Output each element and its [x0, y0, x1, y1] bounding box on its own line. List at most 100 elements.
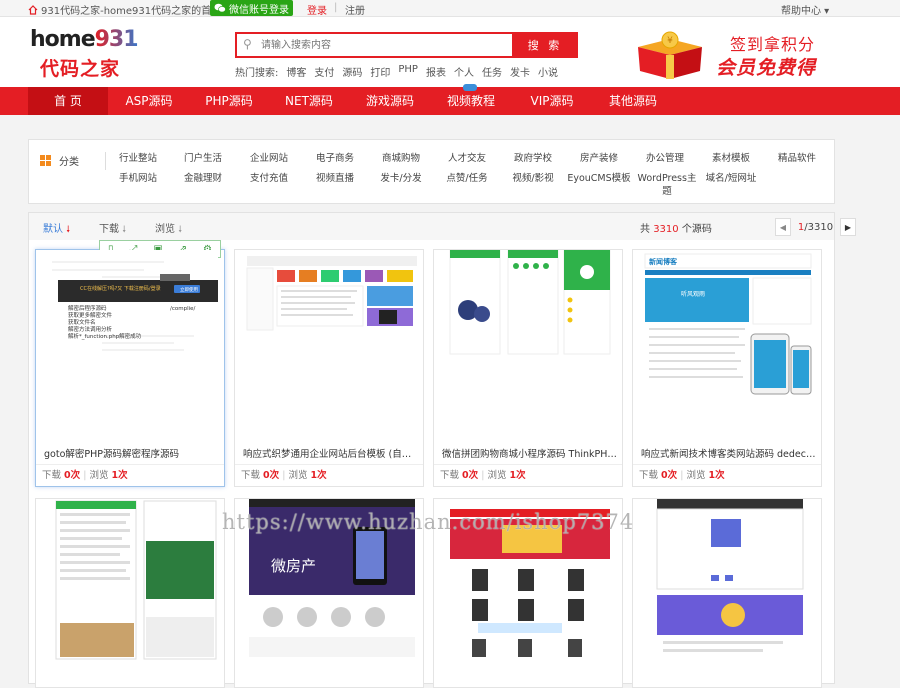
category-item[interactable]: 企业网站: [238, 152, 300, 165]
card-thumbnail[interactable]: [442, 250, 616, 430]
nav-asp[interactable]: ASP源码: [112, 87, 186, 115]
category-item[interactable]: 房产装修: [568, 152, 630, 165]
thumb-line: 解密方法调用分析: [68, 325, 113, 333]
nav-php[interactable]: PHP源码: [192, 87, 266, 115]
nav-vip[interactable]: VIP源码: [516, 87, 588, 115]
prev-page-button[interactable]: ◀: [775, 218, 791, 236]
category-item[interactable]: 办公管理: [634, 152, 696, 165]
hot-keyword[interactable]: 小说: [538, 64, 558, 79]
hot-keyword[interactable]: PHP: [398, 64, 418, 79]
category-item[interactable]: 视频直播: [304, 172, 366, 185]
card-title[interactable]: goto解密PHP源码解密程序源码: [44, 446, 220, 460]
category-item[interactable]: 门户生活: [172, 152, 234, 165]
nav-video[interactable]: 视频教程: [434, 87, 508, 115]
gift-box-icon: ¥: [638, 31, 702, 79]
thumbnail-image-7: [442, 499, 616, 679]
source-card[interactable]: 微房产: [234, 498, 424, 688]
card-stats: 下载 0次 | 浏览 1次: [36, 464, 224, 486]
count-prefix: 共: [640, 224, 654, 235]
hot-keyword[interactable]: 博客: [286, 64, 306, 79]
category-item[interactable]: 发卡/分发: [370, 172, 432, 185]
category-item[interactable]: 支付充值: [238, 172, 300, 185]
source-card[interactable]: 响应式织梦通用企业网站后台模板 (自适应手机端) 下载 0次 | 浏览 1次: [234, 249, 424, 487]
count-value: 3310: [653, 224, 679, 235]
page-total: /3310: [804, 221, 834, 233]
category-item[interactable]: 政府学校: [502, 152, 564, 165]
logo-home: home: [30, 27, 96, 52]
category-item[interactable]: 素材模板: [700, 152, 762, 165]
hot-keyword[interactable]: 打印: [370, 64, 390, 79]
signin-promo-banner[interactable]: ¥ 签到拿积分 会员免费得: [630, 23, 830, 83]
result-count: 共 3310 个源码: [640, 220, 712, 235]
category-item[interactable]: 金融理财: [172, 172, 234, 185]
category-item[interactable]: 点赞/任务: [436, 172, 498, 185]
nav-net[interactable]: NET源码: [274, 87, 344, 115]
search-input[interactable]: [261, 37, 501, 53]
views-label: 浏览: [487, 470, 507, 481]
category-item[interactable]: 精品软件: [766, 152, 828, 165]
card-thumbnail[interactable]: [442, 499, 616, 679]
hot-keyword[interactable]: 任务: [482, 64, 502, 79]
thumb-line: 获取文件名: [68, 318, 96, 326]
nav-other[interactable]: 其他源码: [596, 87, 670, 115]
card-thumbnail[interactable]: [641, 499, 815, 679]
category-label-text: 分类: [59, 157, 79, 168]
card-title[interactable]: 响应式新闻技术博客类网站源码 dedecms内核: [641, 446, 817, 460]
source-card[interactable]: ▯ ⤢ ▣ ⇗ ⚙ CC在线解压?吗?又 下载注册码/登录 立即使用 解密后程序…: [35, 240, 225, 487]
site-home-link[interactable]: 931代码之家-home931代码之家的首页: [28, 2, 221, 17]
category-item[interactable]: 商城购物: [370, 152, 432, 165]
views-label: 浏览: [288, 470, 308, 481]
hot-keyword[interactable]: 报表: [426, 64, 446, 79]
hot-keyword[interactable]: 个人: [454, 64, 474, 79]
sort-toolbar: 默认 🠗 下载 🠗 浏览 🠗 共 3310 个源码 ◀ 1/3310 ▶: [28, 212, 856, 240]
search-button[interactable]: 搜 索: [512, 32, 578, 58]
source-card[interactable]: [35, 498, 225, 688]
card-title[interactable]: 响应式织梦通用企业网站后台模板 (自适应手机端): [243, 446, 419, 460]
category-item[interactable]: 手机网站: [107, 172, 169, 185]
next-page-button[interactable]: ▶: [840, 218, 856, 236]
svg-text:¥: ¥: [667, 36, 673, 46]
card-thumbnail[interactable]: CC在线解压?吗?又 下载注册码/登录 立即使用 解密后程序源码 /compli…: [44, 250, 218, 430]
nav-game[interactable]: 游戏源码: [353, 87, 427, 115]
help-center-link[interactable]: 帮助中心 ▾: [781, 2, 829, 17]
source-card[interactable]: [632, 498, 822, 688]
source-card[interactable]: 新闻博客 听风观雨 响应式新闻技术博客类网站源码 dedecms内核 下载 0次…: [632, 249, 822, 487]
hot-keyword[interactable]: 发卡: [510, 64, 530, 79]
hot-keyword[interactable]: 支付: [314, 64, 334, 79]
arrow-down-icon: 🠗: [122, 225, 127, 235]
arrow-down-icon: 🠗: [66, 225, 71, 235]
category-item[interactable]: 行业整站: [107, 152, 169, 165]
card-thumbnail[interactable]: [44, 499, 218, 679]
category-item[interactable]: 视频/影视: [502, 172, 564, 185]
thumbnail-image-3: [442, 250, 616, 430]
source-card[interactable]: [433, 498, 623, 688]
category-item[interactable]: 人才交友: [436, 152, 498, 165]
nav-home[interactable]: 首 页: [28, 87, 108, 115]
hot-keyword[interactable]: 源码: [342, 64, 362, 79]
card-thumbnail[interactable]: [243, 250, 417, 430]
thumbnail-image-1: CC在线解压?吗?又 下载注册码/登录 立即使用 解密后程序源码 /compli…: [44, 250, 218, 430]
card-stats: 下载 0次 | 浏览 1次: [434, 464, 622, 486]
sort-download[interactable]: 下载 🠗: [99, 220, 126, 238]
category-item[interactable]: 域名/短网址: [700, 172, 762, 185]
sort-default[interactable]: 默认 🠗: [43, 220, 70, 238]
source-card[interactable]: 微信拼团购物商城小程序源码 ThinkPHP内核 下载 0次 | 浏览 1次: [433, 249, 623, 487]
thumb-line: 获取更多解密文件: [68, 311, 113, 319]
thumbnail-image-5: [44, 499, 218, 679]
sort-views[interactable]: 浏览 🠗: [155, 220, 182, 238]
login-link[interactable]: 登录: [307, 2, 327, 17]
category-item[interactable]: WordPress主题: [634, 172, 700, 198]
main-nav: 首 页 ASP源码 PHP源码 NET源码 游戏源码 视频教程 VIP源码 其他…: [0, 84, 900, 115]
views-count: 1次: [111, 470, 128, 481]
category-item[interactable]: 电子商务: [304, 152, 366, 165]
site-logo[interactable]: home931 代码之家: [30, 27, 139, 80]
promo-line1: 签到拿积分: [730, 35, 816, 54]
register-link[interactable]: 注册: [345, 2, 365, 17]
card-thumbnail[interactable]: 新闻博客 听风观雨: [641, 250, 815, 430]
sort-views-label: 浏览: [155, 224, 175, 235]
category-item[interactable]: EyouCMS模板: [566, 172, 632, 185]
thumb-banner-title: 微房产: [271, 557, 316, 575]
card-thumbnail[interactable]: 微房产: [243, 499, 417, 679]
wechat-login-button[interactable]: 微信账号登录: [210, 0, 293, 16]
card-title[interactable]: 微信拼团购物商城小程序源码 ThinkPHP内核: [442, 446, 618, 460]
